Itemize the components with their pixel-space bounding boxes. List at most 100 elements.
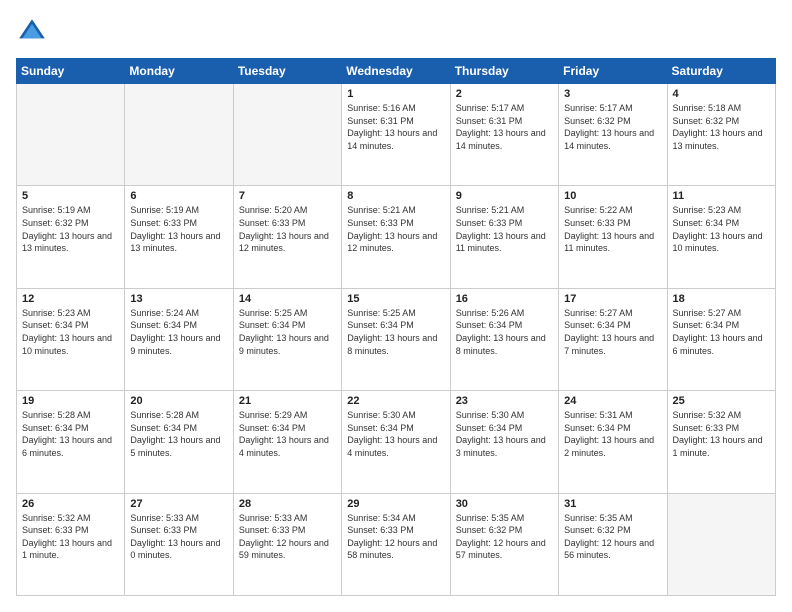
calendar-cell: 13 Sunrise: 5:24 AMSunset: 6:34 PMDaylig… — [125, 288, 233, 390]
calendar-cell: 30 Sunrise: 5:35 AMSunset: 6:32 PMDaylig… — [450, 493, 558, 595]
calendar-cell — [17, 84, 125, 186]
day-info: Sunrise: 5:32 AMSunset: 6:33 PMDaylight:… — [22, 513, 112, 561]
calendar-cell: 20 Sunrise: 5:28 AMSunset: 6:34 PMDaylig… — [125, 391, 233, 493]
day-number: 27 — [130, 498, 227, 510]
calendar-cell: 18 Sunrise: 5:27 AMSunset: 6:34 PMDaylig… — [667, 288, 775, 390]
day-number: 31 — [564, 498, 661, 510]
day-number: 9 — [456, 190, 553, 202]
day-number: 19 — [22, 395, 119, 407]
day-number: 24 — [564, 395, 661, 407]
day-info: Sunrise: 5:17 AMSunset: 6:31 PMDaylight:… — [456, 103, 546, 151]
day-info: Sunrise: 5:16 AMSunset: 6:31 PMDaylight:… — [347, 103, 437, 151]
calendar-week-1: 1 Sunrise: 5:16 AMSunset: 6:31 PMDayligh… — [17, 84, 776, 186]
calendar-header-row: SundayMondayTuesdayWednesdayThursdayFrid… — [17, 59, 776, 84]
day-info: Sunrise: 5:22 AMSunset: 6:33 PMDaylight:… — [564, 205, 654, 253]
calendar-cell: 12 Sunrise: 5:23 AMSunset: 6:34 PMDaylig… — [17, 288, 125, 390]
day-info: Sunrise: 5:31 AMSunset: 6:34 PMDaylight:… — [564, 410, 654, 458]
day-number: 26 — [22, 498, 119, 510]
calendar-cell: 5 Sunrise: 5:19 AMSunset: 6:32 PMDayligh… — [17, 186, 125, 288]
day-number: 8 — [347, 190, 444, 202]
calendar-week-4: 19 Sunrise: 5:28 AMSunset: 6:34 PMDaylig… — [17, 391, 776, 493]
day-info: Sunrise: 5:29 AMSunset: 6:34 PMDaylight:… — [239, 410, 329, 458]
calendar-week-2: 5 Sunrise: 5:19 AMSunset: 6:32 PMDayligh… — [17, 186, 776, 288]
day-number: 29 — [347, 498, 444, 510]
day-info: Sunrise: 5:18 AMSunset: 6:32 PMDaylight:… — [673, 103, 763, 151]
day-number: 5 — [22, 190, 119, 202]
calendar-cell: 14 Sunrise: 5:25 AMSunset: 6:34 PMDaylig… — [233, 288, 341, 390]
calendar-cell: 8 Sunrise: 5:21 AMSunset: 6:33 PMDayligh… — [342, 186, 450, 288]
calendar-cell — [125, 84, 233, 186]
day-number: 23 — [456, 395, 553, 407]
day-number: 4 — [673, 88, 770, 100]
day-number: 14 — [239, 293, 336, 305]
calendar-cell: 11 Sunrise: 5:23 AMSunset: 6:34 PMDaylig… — [667, 186, 775, 288]
day-info: Sunrise: 5:32 AMSunset: 6:33 PMDaylight:… — [673, 410, 763, 458]
day-info: Sunrise: 5:23 AMSunset: 6:34 PMDaylight:… — [673, 205, 763, 253]
calendar-cell: 7 Sunrise: 5:20 AMSunset: 6:33 PMDayligh… — [233, 186, 341, 288]
day-info: Sunrise: 5:19 AMSunset: 6:32 PMDaylight:… — [22, 205, 112, 253]
day-info: Sunrise: 5:33 AMSunset: 6:33 PMDaylight:… — [239, 513, 329, 561]
day-info: Sunrise: 5:30 AMSunset: 6:34 PMDaylight:… — [456, 410, 546, 458]
day-number: 7 — [239, 190, 336, 202]
day-info: Sunrise: 5:23 AMSunset: 6:34 PMDaylight:… — [22, 308, 112, 356]
calendar-cell: 4 Sunrise: 5:18 AMSunset: 6:32 PMDayligh… — [667, 84, 775, 186]
calendar-cell: 29 Sunrise: 5:34 AMSunset: 6:33 PMDaylig… — [342, 493, 450, 595]
day-info: Sunrise: 5:21 AMSunset: 6:33 PMDaylight:… — [347, 205, 437, 253]
weekday-header-monday: Monday — [125, 59, 233, 84]
calendar-cell: 1 Sunrise: 5:16 AMSunset: 6:31 PMDayligh… — [342, 84, 450, 186]
day-number: 1 — [347, 88, 444, 100]
day-info: Sunrise: 5:21 AMSunset: 6:33 PMDaylight:… — [456, 205, 546, 253]
calendar-week-5: 26 Sunrise: 5:32 AMSunset: 6:33 PMDaylig… — [17, 493, 776, 595]
day-number: 3 — [564, 88, 661, 100]
calendar-cell — [667, 493, 775, 595]
logo — [16, 16, 54, 48]
day-info: Sunrise: 5:28 AMSunset: 6:34 PMDaylight:… — [22, 410, 112, 458]
day-number: 2 — [456, 88, 553, 100]
calendar-cell: 3 Sunrise: 5:17 AMSunset: 6:32 PMDayligh… — [559, 84, 667, 186]
calendar-cell: 28 Sunrise: 5:33 AMSunset: 6:33 PMDaylig… — [233, 493, 341, 595]
day-number: 15 — [347, 293, 444, 305]
calendar-cell: 25 Sunrise: 5:32 AMSunset: 6:33 PMDaylig… — [667, 391, 775, 493]
weekday-header-wednesday: Wednesday — [342, 59, 450, 84]
calendar-cell: 27 Sunrise: 5:33 AMSunset: 6:33 PMDaylig… — [125, 493, 233, 595]
weekday-header-saturday: Saturday — [667, 59, 775, 84]
day-info: Sunrise: 5:27 AMSunset: 6:34 PMDaylight:… — [564, 308, 654, 356]
calendar-cell: 17 Sunrise: 5:27 AMSunset: 6:34 PMDaylig… — [559, 288, 667, 390]
day-info: Sunrise: 5:17 AMSunset: 6:32 PMDaylight:… — [564, 103, 654, 151]
day-info: Sunrise: 5:20 AMSunset: 6:33 PMDaylight:… — [239, 205, 329, 253]
day-info: Sunrise: 5:35 AMSunset: 6:32 PMDaylight:… — [564, 513, 654, 561]
day-number: 6 — [130, 190, 227, 202]
header — [16, 16, 776, 48]
calendar-cell: 22 Sunrise: 5:30 AMSunset: 6:34 PMDaylig… — [342, 391, 450, 493]
day-number: 25 — [673, 395, 770, 407]
day-number: 12 — [22, 293, 119, 305]
calendar-cell: 15 Sunrise: 5:25 AMSunset: 6:34 PMDaylig… — [342, 288, 450, 390]
day-info: Sunrise: 5:25 AMSunset: 6:34 PMDaylight:… — [239, 308, 329, 356]
weekday-header-friday: Friday — [559, 59, 667, 84]
calendar-cell: 2 Sunrise: 5:17 AMSunset: 6:31 PMDayligh… — [450, 84, 558, 186]
calendar-cell: 21 Sunrise: 5:29 AMSunset: 6:34 PMDaylig… — [233, 391, 341, 493]
day-number: 17 — [564, 293, 661, 305]
day-number: 16 — [456, 293, 553, 305]
calendar-cell: 6 Sunrise: 5:19 AMSunset: 6:33 PMDayligh… — [125, 186, 233, 288]
calendar-cell: 23 Sunrise: 5:30 AMSunset: 6:34 PMDaylig… — [450, 391, 558, 493]
calendar-cell: 16 Sunrise: 5:26 AMSunset: 6:34 PMDaylig… — [450, 288, 558, 390]
calendar-cell: 10 Sunrise: 5:22 AMSunset: 6:33 PMDaylig… — [559, 186, 667, 288]
day-number: 22 — [347, 395, 444, 407]
day-number: 11 — [673, 190, 770, 202]
calendar-cell: 9 Sunrise: 5:21 AMSunset: 6:33 PMDayligh… — [450, 186, 558, 288]
weekday-header-thursday: Thursday — [450, 59, 558, 84]
day-info: Sunrise: 5:24 AMSunset: 6:34 PMDaylight:… — [130, 308, 220, 356]
day-info: Sunrise: 5:27 AMSunset: 6:34 PMDaylight:… — [673, 308, 763, 356]
calendar-week-3: 12 Sunrise: 5:23 AMSunset: 6:34 PMDaylig… — [17, 288, 776, 390]
weekday-header-tuesday: Tuesday — [233, 59, 341, 84]
day-number: 28 — [239, 498, 336, 510]
calendar-cell — [233, 84, 341, 186]
calendar-cell: 26 Sunrise: 5:32 AMSunset: 6:33 PMDaylig… — [17, 493, 125, 595]
day-number: 20 — [130, 395, 227, 407]
day-number: 10 — [564, 190, 661, 202]
day-info: Sunrise: 5:28 AMSunset: 6:34 PMDaylight:… — [130, 410, 220, 458]
day-info: Sunrise: 5:25 AMSunset: 6:34 PMDaylight:… — [347, 308, 437, 356]
day-info: Sunrise: 5:34 AMSunset: 6:33 PMDaylight:… — [347, 513, 437, 561]
calendar-table: SundayMondayTuesdayWednesdayThursdayFrid… — [16, 58, 776, 596]
